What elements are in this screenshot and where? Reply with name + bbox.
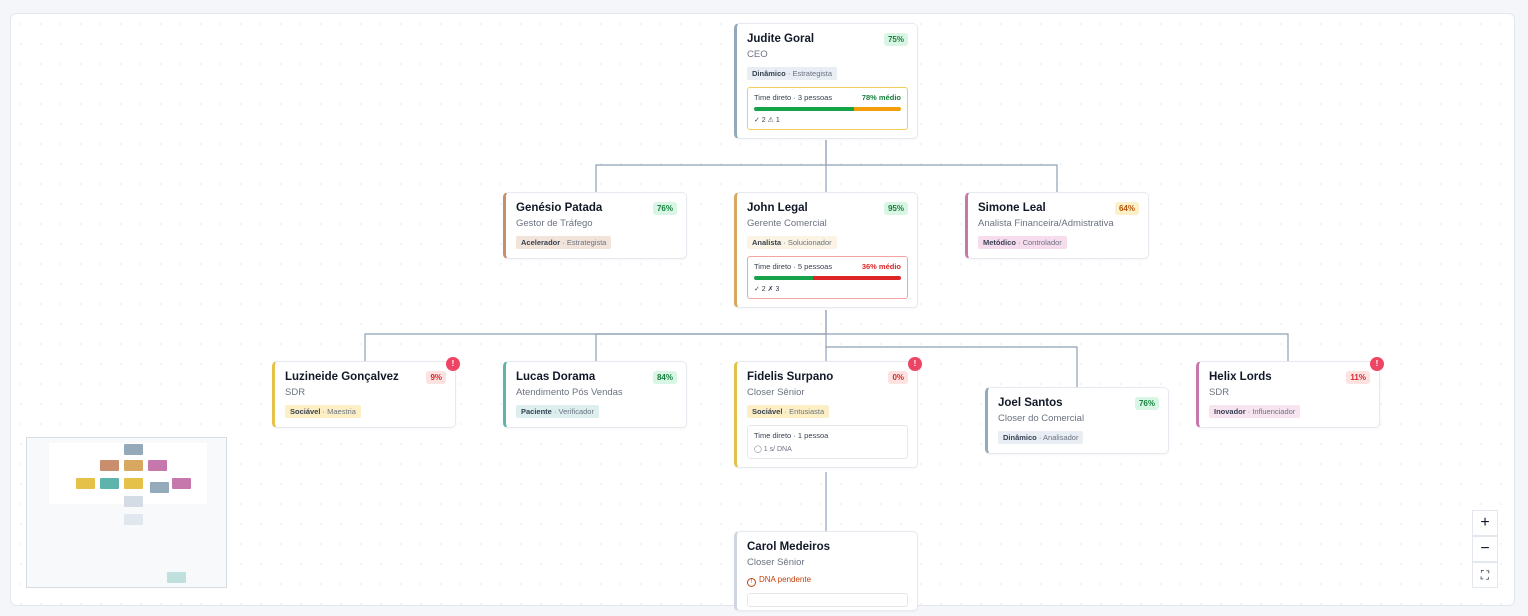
score-badge: 9% bbox=[426, 371, 446, 384]
team-summary[interactable]: Time direto · 1 pessoa ◯ 1 s/ DNA bbox=[747, 425, 908, 459]
node-card-judite[interactable]: Judite Goral CEO 75% Dinâmico · Estrateg… bbox=[734, 23, 918, 139]
minimap-node bbox=[124, 444, 143, 455]
zoom-out-button[interactable]: − bbox=[1472, 536, 1498, 562]
profile-tag: Dinâmico · Estrategista bbox=[747, 67, 838, 80]
profile-tag: Acelerador · Estrategista bbox=[516, 236, 612, 249]
score-badge: 0% bbox=[888, 371, 908, 384]
node-card-simone[interactable]: Simone Leal Analista Financeira/Admistra… bbox=[965, 192, 1149, 259]
node-card-joel[interactable]: Joel Santos Closer do Comercial 76% Dinâ… bbox=[985, 387, 1169, 454]
node-card-carol[interactable]: Carol Medeiros Closer Sênior ! DNA penden… bbox=[734, 531, 918, 611]
score-badge: 11% bbox=[1346, 371, 1370, 384]
minimap-node bbox=[167, 572, 186, 583]
node-role: Atendimento Pós Vendas bbox=[516, 387, 623, 398]
minimap-node bbox=[100, 478, 119, 489]
node-role: Gerente Comercial bbox=[747, 218, 827, 229]
fit-view-button[interactable]: ⛶ bbox=[1472, 562, 1498, 588]
node-card-genesio[interactable]: Genésio Patada Gestor de Tráfego 76% Ace… bbox=[503, 192, 687, 259]
node-role: Closer do Comercial bbox=[998, 413, 1085, 424]
team-progress-bar bbox=[754, 107, 901, 111]
team-summary[interactable]: Time direto · 5 pessoas 36% médio ✓ 2 ✗ 3 bbox=[747, 256, 908, 299]
minimap-node bbox=[124, 478, 143, 489]
node-name: Fidelis Surpano bbox=[747, 371, 834, 383]
team-label: Time direto · 1 pessoa bbox=[754, 431, 829, 440]
score-badge: 84% bbox=[652, 371, 677, 384]
team-progress-bar bbox=[754, 276, 901, 280]
team-stats: ✓ 2 ⚠ 1 bbox=[754, 117, 780, 124]
node-card-john[interactable]: John Legal Gerente Comercial 95% Analist… bbox=[734, 192, 918, 308]
warning-icon[interactable]: ! bbox=[446, 357, 460, 371]
score-badge: 76% bbox=[1134, 397, 1159, 410]
node-name: Carol Medeiros bbox=[747, 541, 831, 553]
minimap-node bbox=[124, 460, 143, 471]
minimap-node bbox=[100, 460, 119, 471]
node-role: SDR bbox=[285, 387, 306, 398]
profile-tag: Inovador · Influenciador bbox=[1209, 405, 1301, 418]
team-average: 78% médio bbox=[861, 93, 901, 102]
warning-icon[interactable]: ! bbox=[1370, 357, 1384, 371]
node-name: Luzineide Gonçalvez bbox=[285, 371, 399, 383]
node-role: Gestor de Tráfego bbox=[516, 218, 593, 229]
profile-tag: Metódico · Controlador bbox=[978, 236, 1067, 249]
node-card-helix[interactable]: Helix Lords SDR 11% Inovador · Influenci… bbox=[1196, 361, 1380, 428]
profile-tag: Sociável · Maestria bbox=[285, 405, 361, 418]
minimap-node bbox=[148, 460, 167, 471]
warning-icon[interactable]: ! bbox=[908, 357, 922, 371]
minimap-node bbox=[172, 478, 191, 489]
team-label: Time direto · 5 pessoas bbox=[754, 262, 833, 271]
team-summary[interactable]: Time direto · 3 pessoas 78% médio ✓ 2 ⚠ 1 bbox=[747, 87, 908, 130]
team-average: 36% médio bbox=[861, 262, 901, 271]
profile-tag: Paciente · Verificador bbox=[516, 405, 599, 418]
score-badge: 76% bbox=[652, 202, 677, 215]
node-card-lucas[interactable]: Lucas Dorama Atendimento Pós Vendas 84% … bbox=[503, 361, 687, 428]
score-badge: 95% bbox=[883, 202, 908, 215]
minimap-node bbox=[150, 482, 169, 493]
score-badge: 75% bbox=[883, 33, 908, 46]
profile-tag: Sociável · Entusiasta bbox=[747, 405, 830, 418]
minimap-node bbox=[124, 514, 143, 525]
profile-tag: Analista · Solucionador bbox=[747, 236, 837, 249]
node-role: Closer Sênior bbox=[747, 557, 805, 568]
score-badge: 64% bbox=[1114, 202, 1139, 215]
minimap-node bbox=[76, 478, 95, 489]
info-icon: ! bbox=[747, 578, 756, 587]
node-role: Closer Sênior bbox=[747, 387, 805, 398]
team-summary bbox=[747, 593, 908, 607]
node-role: CEO bbox=[747, 49, 768, 60]
profile-tag: Dinâmico · Analisador bbox=[998, 431, 1084, 444]
minimap[interactable] bbox=[26, 437, 227, 588]
team-stats: ✓ 2 ✗ 3 bbox=[754, 286, 780, 293]
node-card-fidelis[interactable]: Fidelis Surpano Closer Sênior 0% Sociáve… bbox=[734, 361, 918, 468]
dna-pending-status: ! DNA pendente bbox=[747, 575, 908, 587]
node-role: Analista Financeira/Admistrativa bbox=[978, 218, 1114, 229]
zoom-in-button[interactable]: + bbox=[1472, 510, 1498, 536]
minimap-node bbox=[124, 496, 143, 507]
team-stats: ◯ 1 s/ DNA bbox=[754, 446, 792, 453]
node-card-luzineide[interactable]: Luzineide Gonçalvez SDR 9% Sociável · Ma… bbox=[272, 361, 456, 428]
team-label: Time direto · 3 pessoas bbox=[754, 93, 833, 102]
node-role: SDR bbox=[1209, 387, 1230, 398]
